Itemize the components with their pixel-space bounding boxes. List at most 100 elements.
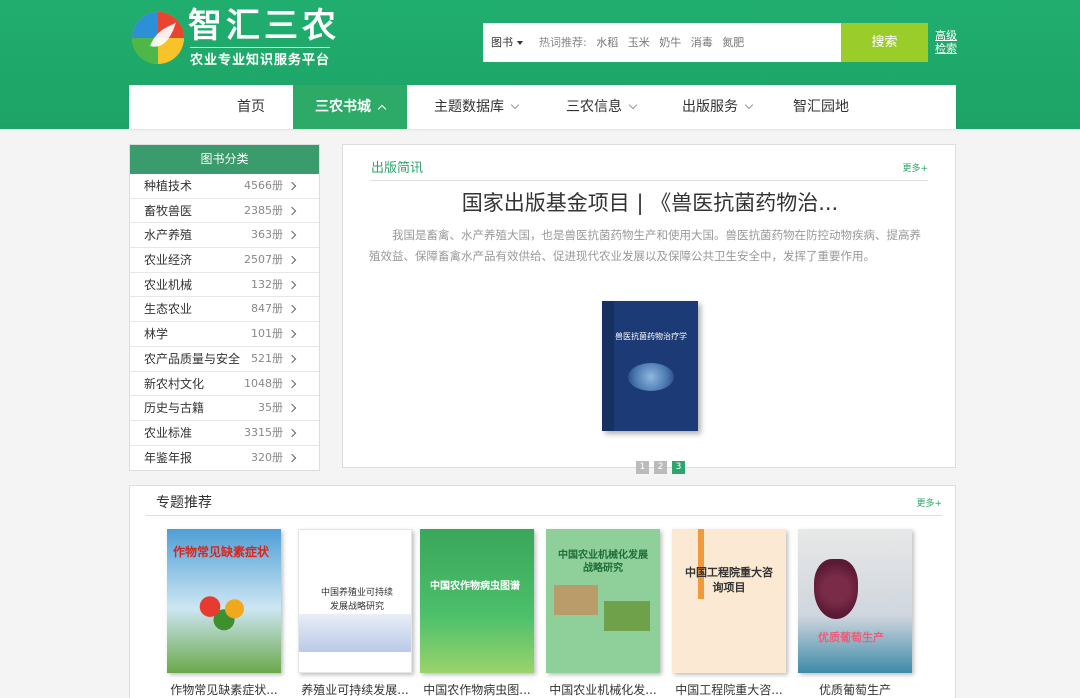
special-title: 专题推荐 (156, 495, 212, 511)
publishing-news-panel: 出版简讯 更多+ 国家出版基金项目 | 《兽医抗菌药物治... 我国是畜禽、水产… (342, 144, 957, 474)
nav-topic-database-label: 主题数据库 (434, 99, 504, 115)
nav-home[interactable]: 首页 (214, 85, 288, 129)
category-count: 320册 (251, 450, 283, 464)
category-item[interactable]: 年鉴年报 320册 (130, 446, 319, 471)
news-book-cover[interactable]: 兽医抗菌药物治疗学 (602, 301, 698, 431)
category-name: 畜牧兽医 (144, 203, 193, 218)
nav-home-label: 首页 (237, 99, 265, 115)
category-item[interactable]: 生态农业 847册 (130, 297, 319, 323)
chevron-right-icon (287, 354, 297, 364)
sidebar-title: 图书分类 (130, 145, 319, 174)
category-item[interactable]: 农产品质量与安全 521册 (130, 347, 319, 372)
category-name: 生态农业 (144, 302, 193, 317)
category-count: 2385册 (244, 203, 283, 217)
chevron-right-icon (287, 181, 297, 191)
book-caption-1[interactable]: 作物常见缺素症状... (159, 681, 289, 698)
category-item[interactable]: 水产养殖 363册 (130, 223, 319, 249)
special-recommend-panel: 专题推荐 更多+ 作物常见缺素症状 作物常见缺素症状... 中国养殖业可持续发展… (129, 485, 956, 698)
book-caption-6[interactable]: 优质葡萄生产 (790, 681, 920, 698)
chevron-up-icon (377, 104, 387, 114)
category-name: 农业标准 (144, 425, 193, 440)
nav-bookstore-label: 三农书城 (315, 99, 371, 115)
category-item[interactable]: 农业机械 132册 (130, 273, 319, 298)
nav-sannong-info[interactable]: 三农信息 (551, 85, 651, 129)
nav-bookstore[interactable]: 三农书城 (293, 85, 407, 129)
category-count: 101册 (251, 327, 283, 341)
category-name: 林学 (144, 327, 169, 342)
search-button[interactable]: 搜索 (841, 23, 928, 62)
search-type-label: 图书 (491, 36, 513, 49)
category-count: 35册 (258, 401, 283, 415)
category-name: 新农村文化 (144, 376, 205, 391)
hot-word[interactable]: 水稻 (596, 36, 618, 49)
category-item[interactable]: 农业经济 2507册 (130, 248, 319, 273)
search-input[interactable]: 热词推荐: 水稻 玉米 奶牛 消毒 氮肥 (539, 23, 750, 62)
vegetable-graphic (189, 589, 259, 633)
advanced-search-link[interactable]: 高级检索 (935, 29, 959, 55)
news-headline[interactable]: 国家出版基金项目 | 《兽医抗菌药物治... (343, 187, 957, 217)
book-cover-6-title: 优质葡萄生产 (818, 631, 884, 644)
chevron-right-icon (287, 428, 297, 438)
category-item[interactable]: 畜牧兽医 2385册 (130, 199, 319, 224)
book-cover-4-title: 中国农业机械化发展战略研究 (558, 550, 648, 574)
category-list: 种植技术 4566册畜牧兽医 2385册水产养殖 363册 农业经济 2507册农业机械 1… (130, 174, 319, 470)
category-name: 水产养殖 (144, 228, 193, 243)
nav-publishing[interactable]: 出版服务 (667, 85, 767, 129)
news-header: 出版简讯 更多+ (371, 157, 928, 181)
category-name: 农业机械 (144, 277, 193, 292)
chevron-right-icon (287, 280, 297, 289)
book-caption-2[interactable]: 养殖业可持续发展... (290, 681, 420, 698)
book-cover-4[interactable]: 中国农业机械化发展战略研究 (546, 529, 660, 673)
book-cover-5[interactable]: 中国工程院重大咨询项目 (672, 529, 786, 673)
category-count: 132册 (251, 277, 283, 291)
book-cover-2[interactable]: 中国养殖业可持续发展战略研究 (298, 529, 412, 673)
book-caption-4[interactable]: 中国农业机械化发... (538, 681, 668, 698)
book-caption-5[interactable]: 中国工程院重大咨... (664, 681, 794, 698)
chevron-down-icon (510, 100, 520, 110)
hot-word[interactable]: 玉米 (628, 36, 650, 49)
hot-word[interactable]: 奶牛 (659, 36, 681, 49)
book-spine (602, 301, 614, 431)
carousel-page-3[interactable]: 3 (672, 461, 685, 474)
category-count: 1048册 (244, 376, 283, 390)
category-name: 种植技术 (144, 179, 193, 193)
book-cover-4-photo (554, 585, 598, 615)
book-cover-1[interactable]: 作物常见缺素症状 (167, 529, 281, 673)
caret-down-icon (517, 41, 523, 45)
logo-icon[interactable] (128, 8, 190, 66)
nav-sannong-info-label: 三农信息 (566, 99, 622, 115)
book-caption-3[interactable]: 中国农作物病虫图... (412, 681, 542, 698)
nav-topic-database[interactable]: 主题数据库 (421, 85, 531, 129)
news-more-link[interactable]: 更多+ (902, 161, 928, 174)
book-cover-1-title: 作物常见缺素症状 (173, 545, 270, 559)
category-item[interactable]: 历史与古籍 35册 (130, 396, 319, 421)
chevron-down-icon (744, 100, 754, 110)
hot-word[interactable]: 氮肥 (722, 36, 744, 49)
category-item[interactable]: 农业标准 3315册 (130, 421, 319, 446)
special-more-link[interactable]: 更多+ (916, 496, 942, 509)
book-cover-6[interactable]: 优质葡萄生产 (798, 529, 912, 673)
book-cover-3[interactable]: 中国农作物病虫图谱 (420, 529, 534, 673)
chevron-right-icon (287, 206, 297, 215)
category-item[interactable]: 林学 101册 (130, 322, 319, 347)
logo-title[interactable]: 智汇三农 (188, 6, 340, 46)
book-cover-5-title: 中国工程院重大咨询项目 (685, 566, 773, 594)
category-item[interactable]: 新农村文化 1048册 (130, 372, 319, 397)
category-name: 年鉴年报 (144, 450, 193, 465)
special-header: 专题推荐 更多+ (146, 490, 942, 516)
search-type-dropdown[interactable]: 图书 (491, 23, 523, 62)
news-description: 我国是畜禽、水产养殖大国，也是兽医抗菌药物生产和使用大国。兽医抗菌药物在防控动物… (369, 228, 921, 263)
main-nav: 首页 三农书城 主题数据库 三农信息 出版服务 智汇园地 (129, 85, 956, 129)
nav-garden[interactable]: 智汇园地 (781, 85, 861, 129)
category-item[interactable]: 种植技术 4566册 (130, 174, 319, 199)
book-cover-3-title: 中国农作物病虫图谱 (430, 581, 520, 592)
chevron-right-icon (287, 329, 297, 339)
chevron-right-icon (287, 231, 297, 240)
category-name: 历史与古籍 (144, 401, 205, 416)
category-count: 521册 (251, 351, 283, 365)
grapes-graphic (814, 559, 858, 619)
carousel-page-2[interactable]: 2 (654, 461, 667, 474)
hot-word[interactable]: 消毒 (691, 36, 713, 49)
carousel-page-1[interactable]: 1 (636, 461, 649, 474)
book-cover-2-band (299, 614, 411, 652)
